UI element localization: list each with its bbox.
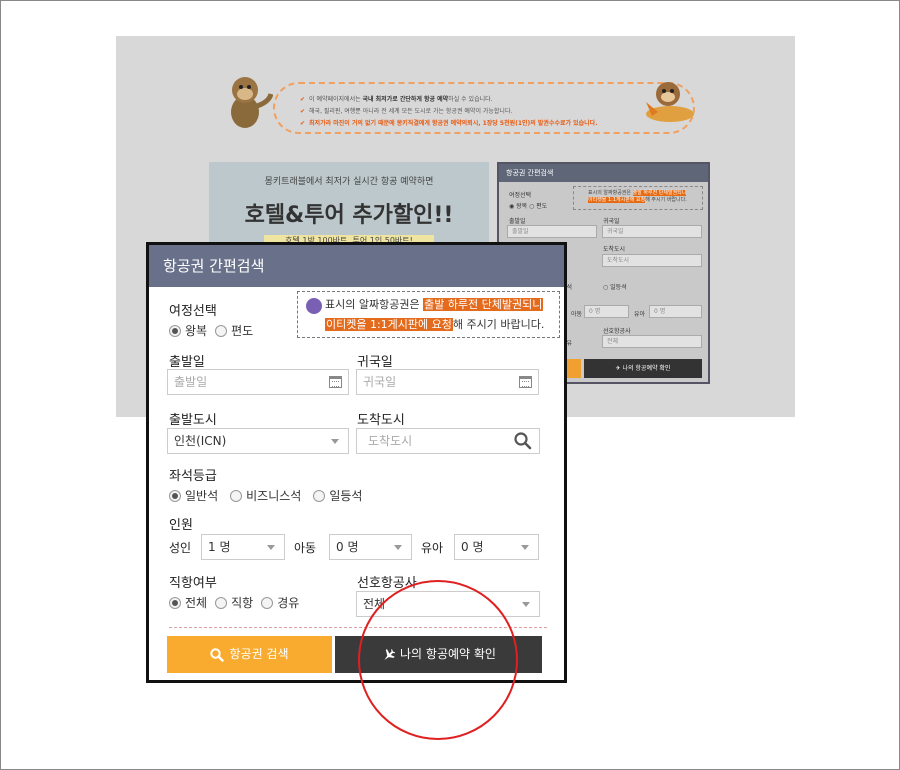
notice-box: ✔ 이 예약페이지에서는 국내 최저가로 간단하게 항공 예약하실 수 있습니다.…: [273, 82, 695, 134]
flight-search-button[interactable]: 항공권 검색: [167, 636, 332, 673]
promo-banner[interactable]: 몽키트래블에서 최저가 실시간 항공 예약하면 호텔&투어 추가할인!! 호텔 …: [209, 162, 489, 252]
panel-title: 항공권 간편검색: [149, 245, 564, 287]
group-icon: [306, 298, 322, 314]
notice-line-3: ✔ 최저가라 마진이 거의 없기 때문에 몽키직결에게 항공권 예약의뢰시, 1장…: [300, 120, 598, 127]
mini-form-title: 항공권 간편검색: [499, 164, 708, 182]
trip-type-options: 왕복 편도: [169, 322, 261, 339]
chevron-down-icon: [522, 602, 530, 607]
trip-round-radio[interactable]: 왕복: [169, 322, 207, 339]
mini-return-label: 귀국일: [603, 218, 620, 225]
mini-return-field[interactable]: 귀국일: [602, 225, 702, 238]
radio-unchecked-icon: [230, 489, 243, 502]
mini-trip-options: ◉ 왕복 ○ 편도: [509, 203, 548, 210]
chevron-down-icon: [521, 545, 529, 550]
annotation-circle: [358, 580, 518, 740]
chevron-down-icon: [331, 439, 339, 444]
route-transfer-radio[interactable]: 경유: [261, 594, 299, 611]
mini-notice: 표시의 알짜항공권은 출발 하루전 단체발권되니 이티켓을 1:1게시판에 요청…: [573, 186, 703, 210]
mini-airline-select[interactable]: 전체: [602, 335, 702, 348]
mini-arrive-field[interactable]: 도착도시: [602, 254, 702, 267]
adult-count-select[interactable]: 1 명: [201, 534, 285, 560]
trip-oneway-radio[interactable]: 편도: [215, 322, 253, 339]
radio-checked-icon: [169, 324, 181, 337]
mini-seat-first: ○ 일등석: [603, 284, 627, 291]
seat-economy-radio[interactable]: 일반석: [169, 487, 218, 504]
mini-depart-label: 출발일: [509, 218, 526, 225]
chevron-down-icon: [394, 545, 402, 550]
depart-city-label: 출발도시: [169, 413, 217, 428]
calendar-icon[interactable]: [329, 376, 342, 388]
child-count-select[interactable]: 0 명: [329, 534, 412, 560]
arrive-city-label: 도착도시: [357, 413, 405, 428]
infant-count-select[interactable]: 0 명: [454, 534, 539, 560]
direct-flight-options: 전체 직항 경유: [169, 594, 307, 611]
plane-monkey-icon: [646, 82, 694, 122]
monkey-mascot-icon: [231, 77, 273, 128]
mini-airline-label: 선호항공사: [603, 328, 631, 335]
mini-trip-label: 여정선택: [509, 192, 532, 199]
radio-checked-icon: [169, 596, 181, 609]
mini-child-label: 아동: [571, 311, 583, 318]
radio-unchecked-icon: [261, 596, 274, 609]
return-date-label: 귀국일: [357, 355, 393, 370]
adult-label: 성인: [169, 541, 192, 555]
notice-line-2: ✔ 해국, 필리핀, 여행뿐 아니라 전 세계 모든 도시로 가는 항공권 예약이…: [300, 108, 513, 115]
radio-unchecked-icon: [215, 596, 228, 609]
search-icon[interactable]: [514, 432, 532, 450]
trip-type-label: 여정선택: [169, 304, 217, 319]
route-all-radio[interactable]: 전체: [169, 594, 207, 611]
promo-subtitle: 몽키트래블에서 최저가 실시간 항공 예약하면: [264, 177, 434, 187]
seat-business-radio[interactable]: 비즈니스석: [230, 487, 301, 504]
infant-label: 유아: [421, 541, 444, 555]
mini-infant-select[interactable]: 0 명: [649, 305, 702, 318]
mini-child-select[interactable]: 0 명: [584, 305, 629, 318]
mini-depart-field[interactable]: 출발일: [507, 225, 597, 238]
special-fare-notice: 표시의 알짜항공권은 출발 하루전 단체발권되니 이티켓을 1:1게시판에 요청…: [297, 291, 560, 338]
direct-flight-label: 직항여부: [169, 576, 217, 591]
route-direct-radio[interactable]: 직항: [215, 594, 253, 611]
promo-title: 호텔&투어 추가할인!!: [244, 203, 454, 228]
mini-booking-button[interactable]: ✈ 나의 항공예약 확인: [584, 359, 702, 378]
return-date-input[interactable]: 귀국일: [356, 369, 539, 395]
depart-city-select[interactable]: 인천(ICN): [167, 428, 349, 454]
seat-first-radio[interactable]: 일등석: [313, 487, 362, 504]
arrive-city-input[interactable]: 도착도시: [356, 428, 540, 454]
radio-unchecked-icon: [215, 324, 228, 337]
chevron-down-icon: [267, 545, 275, 550]
radio-unchecked-icon: [313, 489, 326, 502]
depart-date-input[interactable]: 출발일: [167, 369, 349, 395]
mini-infant-label: 유아: [634, 311, 646, 318]
radio-checked-icon: [169, 489, 181, 502]
seat-class-label: 좌석등급: [169, 469, 217, 484]
notice-line-1: ✔ 이 예약페이지에서는 국내 최저가로 간단하게 항공 예약하실 수 있습니다.: [300, 96, 493, 103]
calendar-icon[interactable]: [519, 376, 532, 388]
search-icon: [210, 647, 225, 662]
depart-date-label: 출발일: [169, 355, 205, 370]
child-label: 아동: [294, 541, 317, 555]
seat-class-options: 일반석 비즈니스석 일등석: [169, 487, 370, 504]
mini-arrive-label: 도착도시: [603, 246, 626, 253]
passengers-label: 인원: [169, 518, 193, 533]
